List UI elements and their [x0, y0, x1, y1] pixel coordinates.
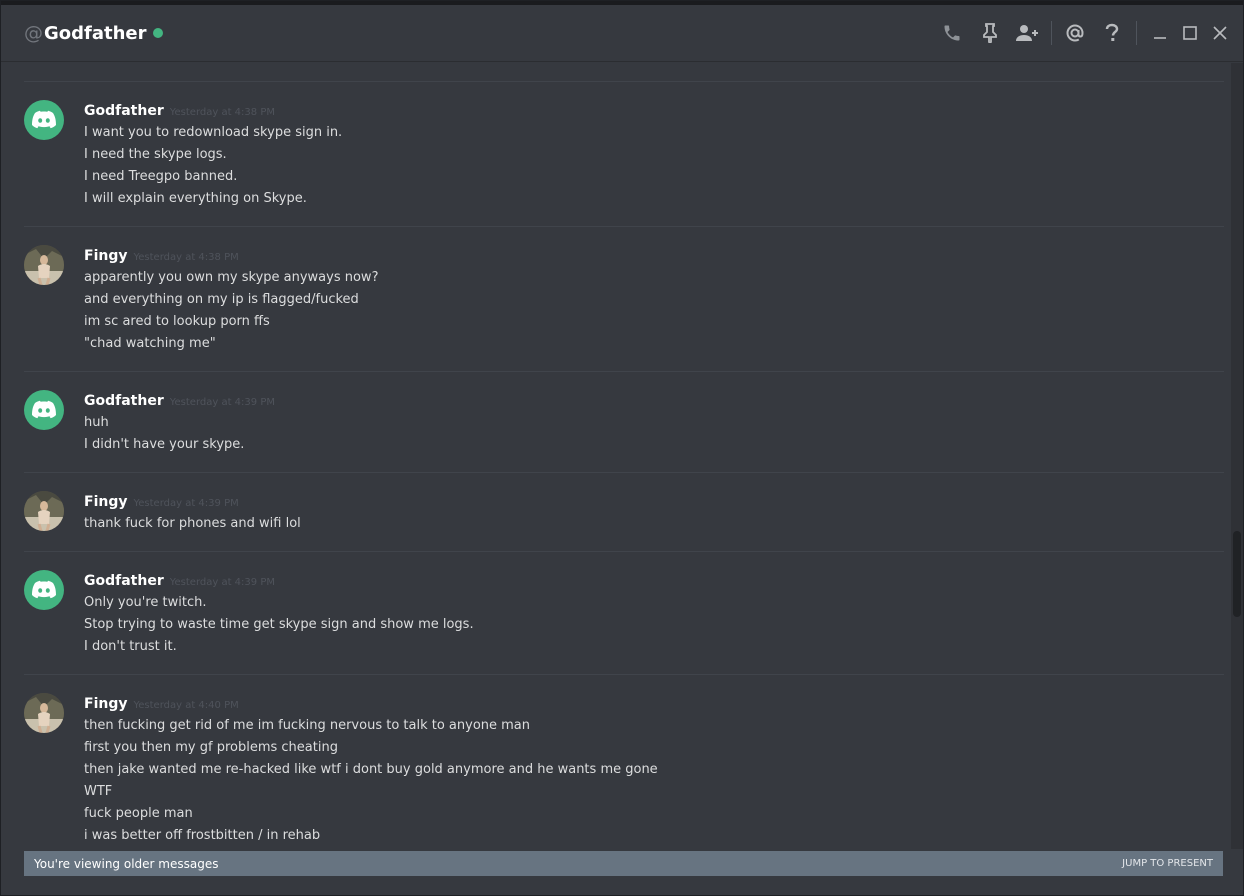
- message-group: Fingy Yesterday at 4:38 PM apparently you…: [1, 245, 1231, 355]
- message-content: then fucking get rid of me im fucking ne…: [84, 715, 658, 847]
- message-content: I want you to redownload skype sign in. …: [84, 122, 342, 210]
- message-line: then fucking get rid of me im fucking ne…: [84, 718, 531, 733]
- header-divider: [1051, 21, 1052, 45]
- message-group: Godfather Yesterday at 4:38 PM I want you…: [1, 100, 1231, 230]
- message-line: huh: [84, 415, 109, 430]
- avatar[interactable]: [24, 693, 64, 733]
- message-header: Fingy Yesterday at 4:39 PM: [84, 491, 239, 510]
- mention-icon[interactable]: [1062, 20, 1088, 46]
- avatar[interactable]: [24, 245, 64, 285]
- app-window: @ Godfather Godfather Yesterday at 4:38 …: [0, 0, 1244, 896]
- message-line: Only you're twitch.: [84, 595, 207, 610]
- close-icon[interactable]: [1207, 20, 1233, 46]
- message-header: Godfather Yesterday at 4:39 PM: [84, 390, 275, 409]
- message-line: then jake wanted me re-hacked like wtf i…: [84, 762, 658, 777]
- message-header: Godfather Yesterday at 4:38 PM: [84, 100, 275, 119]
- message-divider: [24, 371, 1224, 372]
- author-name[interactable]: Godfather: [84, 573, 164, 589]
- author-name[interactable]: Fingy: [84, 696, 127, 712]
- author-name[interactable]: Fingy: [84, 494, 127, 510]
- message-content: Only you're twitch. Stop trying to waste…: [84, 592, 474, 658]
- message-divider: [24, 472, 1224, 473]
- author-name[interactable]: Godfather: [84, 393, 164, 409]
- avatar[interactable]: [24, 570, 64, 610]
- message-list: Godfather Yesterday at 4:38 PM I want you…: [1, 63, 1231, 849]
- message-line: first you then my gf problems cheating: [84, 740, 338, 755]
- message-line: fuck people man: [84, 806, 193, 821]
- message-content: apparently you own my skype anyways now?…: [84, 267, 378, 355]
- message-header: Godfather Yesterday at 4:39 PM: [84, 570, 275, 589]
- timestamp: Yesterday at 4:39 PM: [169, 397, 275, 408]
- message-line: I need Treegpo banned.: [84, 169, 238, 184]
- phone-icon[interactable]: [939, 20, 965, 46]
- message-group: Fingy Yesterday at 4:40 PM then fucking g…: [1, 693, 1231, 849]
- at-symbol: @: [24, 22, 43, 44]
- author-name[interactable]: Godfather: [84, 103, 164, 119]
- message-line: i was better off frostbitten / in rehab: [84, 828, 321, 843]
- message-line: WTF: [84, 784, 113, 799]
- avatar[interactable]: [24, 390, 64, 430]
- message-line: "chad watching me": [84, 336, 216, 351]
- message-header: Fingy Yesterday at 4:40 PM: [84, 693, 239, 712]
- message-header: Fingy Yesterday at 4:38 PM: [84, 245, 239, 264]
- timestamp: Yesterday at 4:39 PM: [133, 498, 239, 509]
- scrollbar-thumb[interactable]: [1233, 531, 1241, 617]
- message-line: I need the skype logs.: [84, 147, 227, 162]
- message-line: I don't trust it.: [84, 639, 177, 654]
- message-line: I want you to redownload skype sign in.: [84, 125, 343, 140]
- channel-header: @ Godfather: [1, 5, 1243, 62]
- avatar[interactable]: [24, 491, 64, 531]
- message-line: thank fuck for phones and wifi lol: [84, 516, 301, 531]
- user-photo-icon: [24, 491, 64, 531]
- timestamp: Yesterday at 4:39 PM: [169, 577, 275, 588]
- timestamp: Yesterday at 4:40 PM: [133, 700, 239, 711]
- message-line: im sc ared to lookup porn ffs: [84, 314, 270, 329]
- scrollbar-track[interactable]: [1231, 63, 1243, 849]
- jump-to-present-button[interactable]: JUMP TO PRESENT: [1122, 858, 1213, 869]
- user-photo-icon: [24, 245, 64, 285]
- message-group: Godfather Yesterday at 4:39 PM Only you'r…: [1, 570, 1231, 660]
- channel-title: @ Godfather: [24, 21, 163, 45]
- avatar[interactable]: [24, 100, 64, 140]
- message-line: Stop trying to waste time get skype sign…: [84, 617, 474, 632]
- message-divider: [24, 81, 1224, 82]
- discord-logo-icon: [32, 110, 56, 129]
- minimize-icon[interactable]: [1147, 20, 1173, 46]
- pin-icon[interactable]: [977, 20, 1003, 46]
- older-messages-text: You're viewing older messages: [34, 856, 219, 871]
- discord-logo-icon: [32, 580, 56, 599]
- online-status-icon: [152, 28, 163, 38]
- help-icon[interactable]: [1099, 20, 1125, 46]
- message-content: thank fuck for phones and wifi lol: [84, 513, 301, 535]
- timestamp: Yesterday at 4:38 PM: [169, 107, 275, 118]
- message-line: and everything on my ip is flagged/fucke…: [84, 292, 359, 307]
- message-divider: [24, 226, 1224, 227]
- author-name[interactable]: Fingy: [84, 248, 127, 264]
- discord-logo-icon: [32, 400, 56, 419]
- header-divider: [1136, 21, 1137, 45]
- message-line: I didn't have your skype.: [84, 437, 245, 452]
- message-divider: [24, 551, 1224, 552]
- message-line: apparently you own my skype anyways now?: [84, 270, 379, 285]
- message-divider: [24, 674, 1224, 675]
- channel-name: Godfather: [44, 22, 147, 44]
- maximize-icon[interactable]: [1177, 20, 1203, 46]
- message-content: huh I didn't have your skype.: [84, 412, 244, 456]
- add-friend-icon[interactable]: [1014, 20, 1040, 46]
- message-line: I will explain everything on Skype.: [84, 191, 307, 206]
- user-photo-icon: [24, 693, 64, 733]
- message-group: Godfather Yesterday at 4:39 PM huh I didn…: [1, 390, 1231, 460]
- timestamp: Yesterday at 4:38 PM: [133, 252, 239, 263]
- older-messages-banner: You're viewing older messages JUMP TO PR…: [24, 851, 1223, 876]
- message-group: Fingy Yesterday at 4:39 PM thank fuck for…: [1, 491, 1231, 541]
